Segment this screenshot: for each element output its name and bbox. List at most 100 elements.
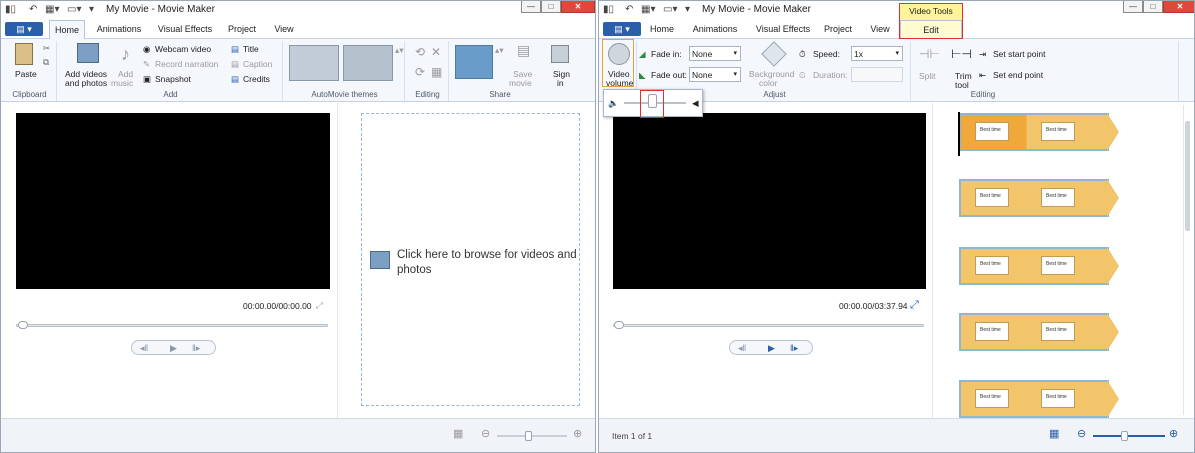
duration-select[interactable] [851, 67, 903, 82]
sign-in-label-2[interactable]: in [557, 78, 564, 88]
next-frame-icon[interactable]: ‖▸ [790, 342, 798, 354]
video-preview[interactable] [16, 113, 330, 289]
video-preview[interactable] [613, 113, 926, 289]
quick-access-icon[interactable]: ▦▾ [45, 4, 59, 16]
scrollbar-thumb[interactable] [1185, 121, 1190, 231]
fullscreen-icon[interactable]: ⤢ [316, 300, 323, 310]
tab-animations[interactable]: Animations [93, 20, 145, 39]
zoom-slider[interactable] [1093, 435, 1165, 437]
split-icon[interactable]: ⊣⊢ [919, 48, 940, 60]
maximize-button[interactable]: □ [541, 1, 561, 13]
zoom-in-icon[interactable]: ⊕ [573, 429, 582, 440]
quick-access-icon-2[interactable]: ▭▾ [67, 4, 81, 16]
minimize-button[interactable]: — [1123, 1, 1143, 13]
tab-home[interactable]: Home [49, 20, 85, 39]
volume-max-icon[interactable]: ◀ [692, 98, 699, 108]
share-scroll-icon[interactable]: ▴▾ [495, 45, 504, 55]
fade-in-select[interactable]: None ▾ [689, 46, 741, 61]
record-narration-button[interactable]: Record narration [155, 59, 218, 69]
thumbnail-size-icon[interactable]: ▦ [453, 429, 463, 440]
storyboard-clip[interactable]: Best time Best time [959, 179, 1119, 217]
onedrive-share-icon[interactable] [455, 45, 493, 79]
trim-tool-label-2[interactable]: tool [955, 80, 969, 90]
zoom-slider-thumb[interactable] [525, 431, 532, 441]
customize-quick-access-icon[interactable]: ▾ [685, 4, 690, 16]
zoom-out-icon[interactable]: ⊖ [1077, 429, 1086, 440]
seek-bar[interactable] [16, 324, 328, 327]
remove-icon[interactable]: ✕ [431, 46, 441, 58]
fade-out-select[interactable]: None ▾ [689, 67, 741, 82]
split-button[interactable]: Split [919, 71, 936, 81]
storyboard-drop-area[interactable]: Click here to browse for videos and phot… [361, 113, 580, 406]
storyboard-scrollbar[interactable] [1183, 105, 1191, 415]
set-start-point-button[interactable]: Set start point [993, 49, 1045, 59]
add-videos-icon[interactable] [77, 43, 99, 63]
gallery-scroll-icon[interactable]: ▴▾ [395, 45, 404, 55]
maximize-button[interactable]: □ [1143, 1, 1163, 13]
zoom-in-icon[interactable]: ⊕ [1169, 429, 1178, 440]
zoom-slider-thumb[interactable] [1121, 431, 1128, 441]
caption-button[interactable]: Caption [243, 59, 272, 69]
add-videos-label-2[interactable]: and photos [65, 78, 107, 88]
storyboard-clip[interactable]: Best time Best time [959, 247, 1119, 285]
play-icon[interactable]: ▶ [768, 342, 775, 354]
tab-home[interactable]: Home [645, 20, 679, 39]
paste-button[interactable]: Paste [15, 69, 37, 79]
background-color-icon[interactable] [761, 41, 787, 67]
rotate-left-icon[interactable]: ⟲ [415, 46, 425, 58]
add-music-label-2[interactable]: music [111, 78, 133, 88]
set-end-point-button[interactable]: Set end point [993, 70, 1043, 80]
fullscreen-icon[interactable]: ⤢ [910, 300, 919, 311]
rotate-right-icon[interactable]: ⟳ [415, 66, 425, 78]
save-movie-label-2[interactable]: movie [509, 78, 532, 88]
tab-project[interactable]: Project [223, 20, 261, 39]
tab-visual-effects[interactable]: Visual Effects [153, 20, 217, 39]
storyboard-clip[interactable]: Best time Best time [959, 313, 1119, 351]
mute-icon[interactable]: 🔈 [608, 98, 619, 108]
webcam-video-button[interactable]: Webcam video [155, 44, 211, 54]
quick-access-icon-2[interactable]: ▭▾ [663, 4, 677, 16]
tab-animations[interactable]: Animations [689, 20, 741, 39]
play-icon[interactable]: ▶ [170, 342, 177, 354]
credits-button[interactable]: Credits [243, 74, 270, 84]
thumbnail-size-icon[interactable]: ▦ [1049, 429, 1059, 440]
quick-access-icon[interactable]: ▦▾ [641, 4, 655, 16]
storyboard-clip[interactable]: Best time Best time [959, 380, 1119, 418]
seek-bar[interactable] [613, 324, 924, 327]
paste-icon[interactable] [15, 43, 33, 65]
previous-frame-icon[interactable]: ◂‖ [140, 342, 148, 354]
undo-icon[interactable]: ↶ [625, 4, 633, 16]
previous-frame-icon[interactable]: ◂‖ [738, 342, 746, 354]
snapshot-button[interactable]: Snapshot [155, 74, 191, 84]
zoom-out-icon[interactable]: ⊖ [481, 429, 490, 440]
seek-thumb[interactable] [18, 321, 28, 329]
theme-thumbnail-1[interactable] [289, 45, 339, 81]
save-movie-icon[interactable]: ▤ [517, 43, 530, 57]
select-all-icon[interactable]: ▦ [431, 66, 442, 78]
customize-quick-access-icon[interactable]: ▾ [89, 4, 94, 16]
copy-icon[interactable]: ⧉ [43, 57, 49, 67]
file-menu-button[interactable]: ▤ ▾ [603, 22, 641, 36]
file-menu-button[interactable]: ▤ ▾ [5, 22, 43, 36]
close-button[interactable]: ✕ [561, 1, 595, 13]
undo-icon[interactable]: ↶ [29, 4, 37, 16]
close-button[interactable]: ✕ [1163, 1, 1194, 13]
trim-tool-icon[interactable]: ⊢⊣ [951, 48, 972, 60]
theme-thumbnail-2[interactable] [343, 45, 393, 81]
storyboard-clip[interactable]: Best time Best time [959, 113, 1119, 151]
background-color-label-2[interactable]: color [759, 78, 777, 88]
tab-view[interactable]: View [267, 20, 301, 39]
tab-project[interactable]: Project [821, 20, 855, 39]
browse-prompt-line1[interactable]: Click here to browse for videos and [397, 248, 577, 262]
speed-select[interactable]: 1x ▾ [851, 46, 903, 61]
minimize-button[interactable]: — [521, 1, 541, 13]
tab-view[interactable]: View [865, 20, 895, 39]
sign-in-icon[interactable] [551, 45, 569, 63]
cut-icon[interactable]: ✂ [43, 43, 50, 53]
music-icon[interactable]: ♪ [121, 44, 130, 64]
seek-thumb[interactable] [614, 321, 624, 329]
next-frame-icon[interactable]: ‖▸ [192, 342, 200, 354]
zoom-slider[interactable] [497, 435, 567, 437]
title-button[interactable]: Title [243, 44, 259, 54]
browse-prompt-line2[interactable]: photos [397, 263, 432, 277]
